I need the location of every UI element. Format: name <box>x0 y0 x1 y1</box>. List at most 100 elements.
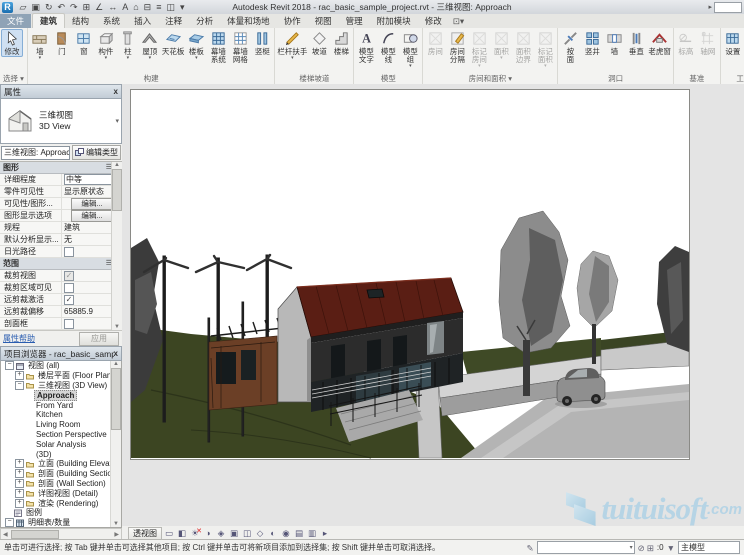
type-selector[interactable]: 三维视图 3D View ▾ <box>0 99 122 144</box>
infocenter-search-input[interactable] <box>714 2 742 13</box>
ribbon-panel-label[interactable]: 模型 <box>354 73 422 84</box>
tree-expander-icon[interactable]: + <box>15 469 24 478</box>
worksets-dropdown[interactable]: ▾ <box>537 541 635 554</box>
3d-viewport-canvas[interactable] <box>130 89 690 460</box>
show-constraints-icon[interactable]: ▥ <box>306 528 318 539</box>
ribbon-button-房间[interactable]: 房间 <box>424 29 446 56</box>
measure-icon[interactable]: ∠ <box>93 1 106 14</box>
edit-button[interactable]: 编辑... <box>71 210 113 222</box>
tree-item[interactable]: Solar Analysis <box>1 439 121 449</box>
default-3d-view-icon[interactable]: ⌂ <box>131 1 141 14</box>
show-crop-region-icon[interactable]: ◫ <box>241 528 253 539</box>
ribbon-button-墙[interactable]: 墙 <box>603 29 625 56</box>
ribbon-button-老虎窗[interactable]: 老虎窗 <box>647 29 672 56</box>
tab-建筑[interactable]: 建筑 <box>32 13 65 28</box>
tree-item[interactable]: Living Room <box>1 420 121 430</box>
thin-lines-icon[interactable]: ≡ <box>154 1 164 14</box>
aligned-dimension-icon[interactable]: ↔ <box>106 1 120 14</box>
apply-button[interactable]: 应用 <box>79 332 119 346</box>
tab-体量和场地[interactable]: 体量和场地 <box>220 14 277 28</box>
selection-count-icon[interactable]: ⊞ <box>646 543 655 553</box>
revit-logo-icon[interactable]: R <box>2 2 13 13</box>
tree-item[interactable]: Approach <box>1 390 121 400</box>
tab-文件[interactable]: 文件 <box>0 14 31 28</box>
vertical-scrollbar[interactable]: ▲▼ <box>110 361 121 527</box>
tree-expander-icon[interactable]: + <box>15 499 24 508</box>
reveal-hidden-elements-icon[interactable]: ◉ <box>280 528 292 539</box>
ribbon-button-面积边界[interactable]: 面积 边界 <box>512 29 534 64</box>
ribbon-button-修改[interactable]: 修改 <box>1 29 23 57</box>
ribbon-button-幕墙网格[interactable]: 幕墙 网格 <box>229 29 251 64</box>
redo-icon[interactable]: ↷ <box>68 1 81 14</box>
tree-item[interactable]: Kitchen <box>1 410 121 420</box>
tree-item[interactable]: From Yard <box>1 400 121 410</box>
ribbon-button-屋顶[interactable]: 屋顶▾ <box>139 29 161 60</box>
tab-修改[interactable]: 修改 <box>418 14 449 28</box>
tree-expander-icon[interactable]: − <box>15 381 24 390</box>
qat-customize-icon[interactable]: ▾ <box>177 1 187 14</box>
ribbon-button-楼板[interactable]: 楼板▾ <box>185 29 207 60</box>
temporary-hide-isolate-icon[interactable]: ◐ <box>267 528 279 539</box>
property-group-header[interactable]: 图形☰ <box>0 162 122 174</box>
property-checkbox[interactable] <box>64 283 74 293</box>
ribbon-button-垂直[interactable]: 垂直 <box>625 29 647 56</box>
ribbon-button-窗[interactable]: 窗 <box>73 29 95 56</box>
property-checkbox[interactable]: ✓ <box>64 271 74 281</box>
tree-expander-icon[interactable]: + <box>15 459 24 468</box>
ribbon-panel-label[interactable]: 构建 <box>28 73 275 84</box>
save-icon[interactable]: ▣ <box>29 1 43 14</box>
worksets-icon[interactable]: ✎ <box>526 543 535 553</box>
properties-help-link[interactable]: 属性帮助 <box>3 333 35 344</box>
tree-expander-icon[interactable]: − <box>5 518 14 527</box>
tab-协作[interactable]: 协作 <box>277 14 308 28</box>
ribbon-button-标记面积[interactable]: 标记 面积▾ <box>534 29 556 68</box>
instance-selector[interactable]: 三维视图: Approach▾ <box>1 146 70 160</box>
ribbon-button-天花板[interactable]: 天花板 <box>161 29 186 56</box>
tab-插入[interactable]: 插入 <box>127 14 158 28</box>
tab-附加模块[interactable]: 附加模块 <box>370 14 418 28</box>
filter-icon[interactable]: ▼ <box>666 543 676 553</box>
unlocked-view-icon[interactable]: ◇ <box>254 528 266 539</box>
tab-分析[interactable]: 分析 <box>189 14 220 28</box>
ribbon-button-按面[interactable]: 按 面 <box>559 29 581 64</box>
ribbon-button-竖梃[interactable]: 竖梃 <box>251 29 273 56</box>
ribbon-panel-label[interactable]: 基准 <box>674 73 720 84</box>
ribbon-button-设置[interactable]: 设置 <box>722 29 744 56</box>
tab-管理[interactable]: 管理 <box>339 14 370 28</box>
tree-expander-icon[interactable]: + <box>15 489 24 498</box>
undo-icon[interactable]: ↶ <box>55 1 68 14</box>
chevron-down-icon[interactable]: ▾ <box>113 117 121 125</box>
tree-expander-icon[interactable]: + <box>15 371 24 380</box>
ribbon-button-楼梯[interactable]: 楼梯 <box>330 29 352 56</box>
property-checkbox[interactable] <box>64 319 74 329</box>
tab-注释[interactable]: 注释 <box>158 14 189 28</box>
tab-⊡▾[interactable]: ⊡▾ <box>449 14 468 28</box>
temporary-view-properties-icon[interactable]: ▤ <box>293 528 305 539</box>
ribbon-button-标记房间[interactable]: 标记 房间▾ <box>468 29 490 68</box>
print-icon[interactable]: ⊞ <box>80 1 93 14</box>
ribbon-button-模型线[interactable]: 模型 线 <box>377 29 399 64</box>
property-checkbox[interactable] <box>64 247 74 257</box>
close-hidden-windows-icon[interactable]: ◫ <box>164 1 178 14</box>
edit-button[interactable]: 编辑... <box>71 198 113 210</box>
tab-系统[interactable]: 系统 <box>96 14 127 28</box>
tab-结构[interactable]: 结构 <box>65 14 96 28</box>
ribbon-panel-label[interactable]: 工作 <box>721 73 744 84</box>
ribbon-button-幕墙系统[interactable]: 幕墙 系统 <box>207 29 229 64</box>
sun-path-icon[interactable]: ☀✕ <box>189 528 201 539</box>
tree-expander-icon[interactable]: + <box>15 479 24 488</box>
ribbon-panel-label[interactable]: 房间和面积 ▾ <box>423 73 557 84</box>
properties-palette-titlebar[interactable]: 属性 x <box>0 84 122 99</box>
rendering-dialog-icon[interactable]: ◈ <box>215 528 227 539</box>
ribbon-button-柱[interactable]: 柱▾ <box>117 29 139 60</box>
property-checkbox[interactable]: ✓ <box>64 295 74 305</box>
ribbon-panel-label[interactable]: 选择 ▾ <box>0 73 27 84</box>
ribbon-button-栏杆扶手[interactable]: 栏杆扶手▾ <box>276 29 308 60</box>
view-scale-button[interactable]: 透视图 <box>128 527 162 540</box>
ribbon-button-坡道[interactable]: 坡道 <box>308 29 330 56</box>
project-browser-titlebar[interactable]: 项目浏览器 - rac_basic_sample_proj... x <box>0 346 122 361</box>
ribbon-button-竖井[interactable]: 竖井 <box>581 29 603 56</box>
shadows-icon[interactable]: ◑ <box>202 528 214 539</box>
ribbon-panel-label[interactable]: 楼梯坡道 <box>275 73 353 84</box>
text-icon[interactable]: A <box>120 1 131 14</box>
